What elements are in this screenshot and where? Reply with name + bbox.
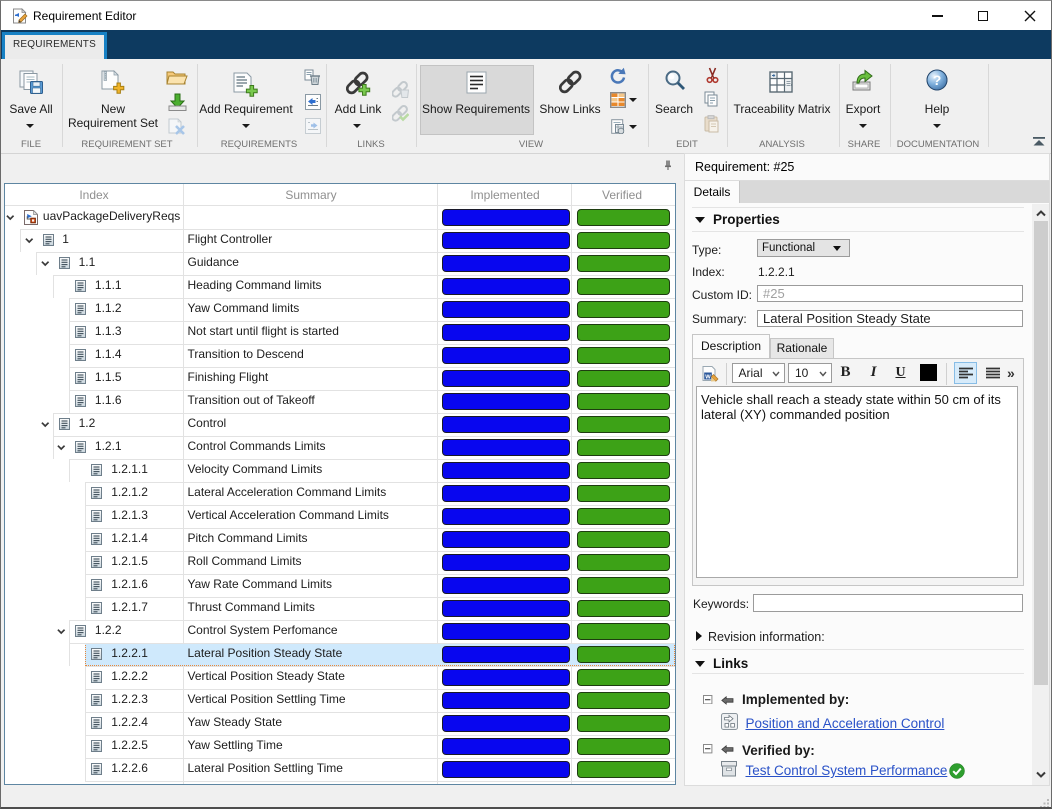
svg-text:?: ?: [933, 72, 942, 88]
svg-text:w: w: [704, 374, 711, 381]
